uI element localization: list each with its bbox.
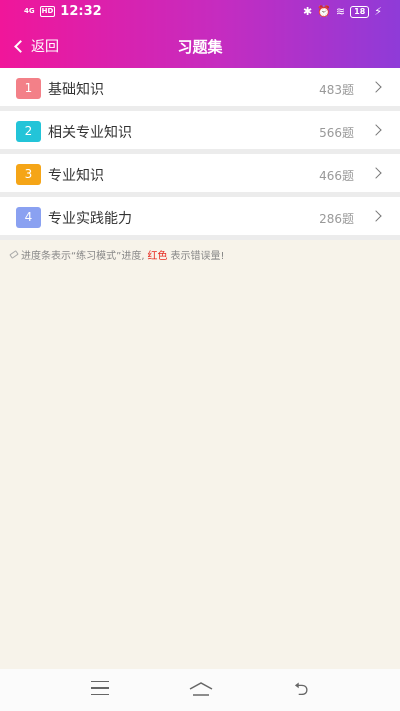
chevron-right-icon: [370, 124, 382, 136]
chevron-right-icon: [370, 210, 382, 222]
status-left: 4G HD 12:32: [24, 4, 102, 19]
item-number-badge: 3: [16, 164, 41, 185]
app-header: 4G HD 12:32 ✱ ⏰ ≋ 18 ⚡ 返回 习题集: [0, 0, 400, 68]
exercise-list: 1 基础知识 483题 2 相关专业知识 566题 3 专业知识 466题 4 …: [0, 68, 400, 240]
list-item[interactable]: 2 相关专业知识 566题: [0, 111, 400, 154]
alarm-icon: ⏰: [317, 5, 331, 18]
hd-indicator: HD: [39, 6, 56, 17]
chevron-right-icon: [370, 167, 382, 179]
page-title: 习题集: [177, 38, 223, 56]
progress-note: 进度条表示“练习模式”进度, 红色 表示错误量!: [9, 247, 225, 262]
item-label: 专业知识: [48, 168, 104, 184]
charging-icon: ⚡: [374, 5, 382, 18]
list-item[interactable]: 4 专业实践能力 286题: [0, 197, 400, 240]
chevron-right-icon: [370, 81, 382, 93]
item-count: 566题: [319, 126, 354, 140]
wifi-icon: ≋: [335, 5, 346, 18]
note-suffix: 表示错误量!: [170, 251, 225, 262]
item-number-badge: 4: [16, 207, 41, 228]
item-label: 基础知识: [48, 82, 104, 98]
item-label: 专业实践能力: [48, 211, 132, 227]
item-count: 483题: [319, 83, 354, 97]
battery-icon: 18: [350, 5, 370, 18]
note-prefix: 进度条表示“练习模式”进度,: [21, 251, 145, 262]
item-number-badge: 2: [16, 121, 41, 142]
status-bar: 4G HD 12:32 ✱ ⏰ ≋ 18 ⚡: [0, 0, 400, 26]
item-count: 286题: [319, 212, 354, 226]
signal-indicator: 4G: [24, 7, 35, 15]
pencil-icon: [9, 250, 19, 259]
system-nav-bar: ⮌: [0, 669, 400, 711]
bluetooth-icon: ✱: [302, 5, 313, 18]
item-label: 相关专业知识: [48, 125, 132, 141]
navbar: 返回 习题集: [0, 28, 400, 66]
status-time: 12:32: [60, 4, 102, 19]
home-icon[interactable]: [188, 681, 214, 701]
item-count: 466题: [319, 169, 354, 183]
note-highlight: 红色: [147, 251, 168, 262]
list-item[interactable]: 3 专业知识 466题: [0, 154, 400, 197]
back-icon[interactable]: ⮌: [294, 677, 308, 707]
status-right: ✱ ⏰ ≋ 18 ⚡: [303, 5, 382, 18]
item-number-badge: 1: [16, 78, 41, 99]
list-item[interactable]: 1 基础知识 483题: [0, 68, 400, 111]
menu-icon[interactable]: [91, 681, 109, 695]
